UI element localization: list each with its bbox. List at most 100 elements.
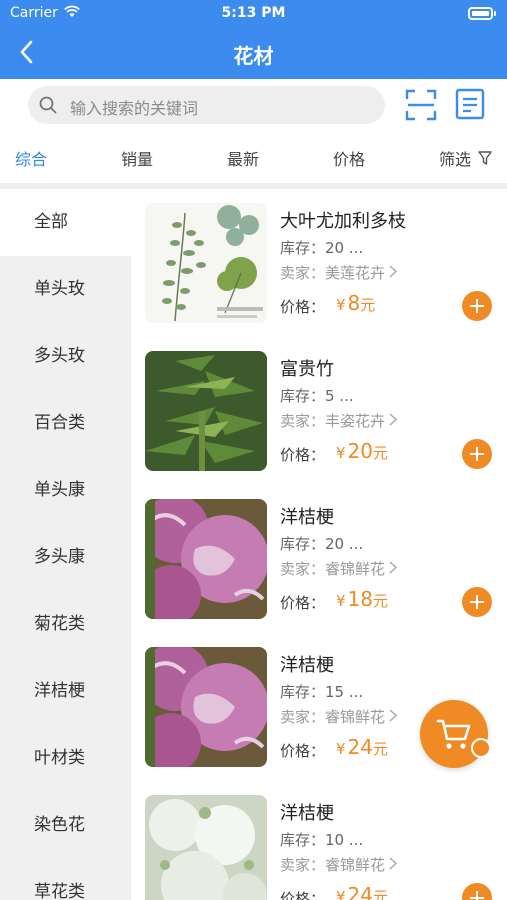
sidebar-item-label: 染色花 [34, 815, 85, 835]
chevron-right-icon [389, 560, 398, 578]
price-unit: 元 [373, 592, 389, 610]
product-image [145, 499, 267, 619]
price-unit: 元 [373, 888, 389, 900]
currency-symbol: ¥ [336, 740, 346, 758]
price-unit: 元 [373, 740, 389, 758]
product-name: 洋桔梗 [280, 803, 334, 824]
product-seller[interactable]: 卖家：睿锦鲜花 [280, 706, 398, 727]
add-icon[interactable] [462, 587, 492, 617]
page-title: 花材 [233, 44, 274, 68]
sort-tabs: 综合 销量 最新 价格 筛选 [0, 131, 507, 183]
sidebar-item-label: 单头康 [34, 480, 85, 500]
sidebar-item-herbaceous[interactable]: 草花类 [0, 859, 131, 900]
seller-name: 卖家：睿锦鲜花 [280, 560, 386, 578]
sidebar-item-label: 单头玫 [34, 279, 85, 299]
cart-button[interactable] [420, 700, 488, 768]
sidebar-item-label: 叶材类 [34, 748, 85, 768]
product-stock: 库存：20 ... [280, 239, 364, 257]
product-name: 富贵竹 [280, 359, 334, 380]
price-unit: 元 [360, 296, 376, 314]
currency-symbol: ¥ [336, 444, 346, 462]
product-card[interactable]: 大叶尤加利多枝 库存：20 ... 卖家：美莲花卉 价格： ¥8元 [131, 189, 507, 337]
tab-sales[interactable]: 销量 [121, 146, 153, 170]
tab-filter[interactable]: 筛选 [439, 146, 471, 170]
battery-icon [468, 7, 496, 20]
product-seller[interactable]: 卖家：丰姿花卉 [280, 410, 398, 431]
scan-icon[interactable] [404, 88, 438, 122]
product-price: ¥24元 [336, 735, 388, 759]
chevron-right-icon [389, 708, 398, 726]
chevron-right-icon [389, 856, 398, 874]
product-price: ¥24元 [336, 883, 388, 900]
product-list: 大叶尤加利多枝 库存：20 ... 卖家：美莲花卉 价格： ¥8元 富贵竹 库存… [131, 189, 507, 900]
search-icon [38, 95, 58, 115]
filter-icon[interactable] [478, 150, 492, 166]
currency-symbol: ¥ [336, 888, 346, 900]
price-value: 24 [347, 883, 373, 900]
add-icon[interactable] [462, 439, 492, 469]
sidebar-item-label: 菊花类 [34, 614, 85, 634]
seller-name: 卖家：睿锦鲜花 [280, 708, 386, 726]
list-icon[interactable] [455, 88, 485, 120]
product-image [145, 351, 267, 471]
sidebar-item-single-carnation[interactable]: 单头康 [0, 457, 131, 524]
search-input[interactable]: 输入搜索的关键词 [28, 86, 385, 124]
price-label: 价格： [280, 890, 326, 900]
product-card[interactable]: 洋桔梗 库存：20 ... 卖家：睿锦鲜花 价格： ¥18元 [131, 485, 507, 633]
price-value: 18 [347, 587, 373, 611]
search-bar-row: 输入搜索的关键词 [0, 79, 507, 131]
price-value: 24 [347, 735, 373, 759]
tab-comprehensive[interactable]: 综合 [15, 146, 47, 170]
currency-symbol: ¥ [336, 296, 346, 314]
status-time: 5:13 PM [221, 5, 286, 21]
price-unit: 元 [373, 444, 389, 462]
product-seller[interactable]: 卖家：睿锦鲜花 [280, 854, 398, 875]
product-name: 洋桔梗 [280, 507, 334, 528]
price-value: 20 [347, 439, 373, 463]
currency-symbol: ¥ [336, 592, 346, 610]
product-stock: 库存：5 ... [280, 387, 354, 405]
add-icon[interactable] [462, 291, 492, 321]
search-placeholder: 输入搜索的关键词 [70, 99, 199, 118]
product-image [145, 795, 267, 900]
product-seller[interactable]: 卖家：美莲花卉 [280, 262, 398, 283]
price-label: 价格： [280, 446, 326, 464]
sidebar-item-lily[interactable]: 百合类 [0, 390, 131, 457]
cart-badge [471, 738, 491, 758]
status-bar: Carrier 5:13 PM [0, 0, 507, 28]
product-stock: 库存：15 ... [280, 683, 364, 701]
product-price: ¥20元 [336, 439, 388, 463]
sidebar-item-label: 全部 [34, 212, 68, 232]
seller-name: 卖家：美莲花卉 [280, 264, 386, 282]
product-stock: 库存：20 ... [280, 535, 364, 553]
sidebar-item-all[interactable]: 全部 [0, 189, 131, 256]
sidebar-item-single-rose[interactable]: 单头玫 [0, 256, 131, 323]
add-icon[interactable] [462, 883, 492, 900]
nav-header: Carrier 5:13 PM 花材 [0, 0, 507, 79]
sidebar-item-label: 多头康 [34, 547, 85, 567]
price-value: 8 [347, 291, 361, 315]
price-label: 价格： [280, 298, 326, 316]
product-image [145, 647, 267, 767]
sidebar-item-label: 草花类 [34, 882, 85, 900]
sidebar-item-dyed[interactable]: 染色花 [0, 792, 131, 859]
product-price: ¥8元 [336, 291, 375, 315]
product-card[interactable]: 洋桔梗 库存：10 ... 卖家：睿锦鲜花 价格： ¥24元 [131, 781, 507, 900]
tab-newest[interactable]: 最新 [227, 146, 259, 170]
sidebar-item-label: 多头玫 [34, 346, 85, 366]
sidebar-item-label: 百合类 [34, 413, 85, 433]
price-label: 价格： [280, 742, 326, 760]
sidebar-item-lisianthus[interactable]: 洋桔梗 [0, 658, 131, 725]
sidebar-item-foliage[interactable]: 叶材类 [0, 725, 131, 792]
product-stock: 库存：10 ... [280, 831, 364, 849]
chevron-right-icon [389, 412, 398, 430]
product-name: 洋桔梗 [280, 655, 334, 676]
sidebar-item-spray-carnation[interactable]: 多头康 [0, 524, 131, 591]
sidebar-item-spray-rose[interactable]: 多头玫 [0, 323, 131, 390]
seller-name: 卖家：丰姿花卉 [280, 412, 386, 430]
tab-price[interactable]: 价格 [333, 146, 365, 170]
sidebar-item-chrysanthemum[interactable]: 菊花类 [0, 591, 131, 658]
sidebar-item-label: 洋桔梗 [34, 681, 85, 701]
product-card[interactable]: 富贵竹 库存：5 ... 卖家：丰姿花卉 价格： ¥20元 [131, 337, 507, 485]
product-seller[interactable]: 卖家：睿锦鲜花 [280, 558, 398, 579]
